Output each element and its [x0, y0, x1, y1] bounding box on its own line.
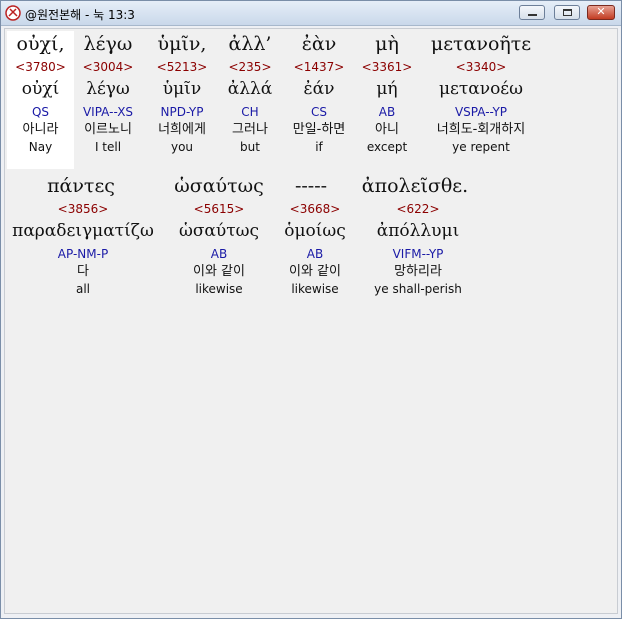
parsing-code: VSPA--YP	[454, 105, 508, 119]
greek-word: μὴ	[375, 33, 399, 55]
strong-number[interactable]: <5213>	[147, 57, 217, 77]
strong-number[interactable]: <3668>	[277, 199, 353, 219]
strong-number[interactable]: <1437>	[283, 57, 355, 77]
parsing-code: NPD-YP	[160, 105, 204, 119]
lemma: ὑμῖν	[162, 79, 202, 99]
app-logo-icon	[5, 5, 21, 21]
word-column[interactable]: λέγω <3004> λέγω VIPA--XS 이르노니 I tell	[72, 31, 144, 155]
korean-gloss: 이와 같이	[289, 264, 341, 279]
maximize-button[interactable]	[554, 5, 580, 20]
lemma: μετανοέω	[439, 79, 523, 99]
english-gloss: if	[315, 140, 323, 154]
korean-gloss: 아니라	[22, 122, 59, 137]
minimize-icon	[528, 14, 537, 16]
korean-gloss: 만일-하면	[292, 122, 346, 137]
english-gloss: likewise	[291, 282, 339, 296]
korean-gloss: 너희도-회개하지	[436, 122, 526, 137]
word-column[interactable]: μὴ <3361> μή AB 아니 except	[357, 31, 417, 155]
korean-gloss: 망하리라	[394, 264, 442, 279]
word-column[interactable]: <3668> ὁμοίως AB 이와 같이 likewise	[277, 199, 353, 297]
korean-gloss: 다	[77, 264, 89, 279]
title-bar[interactable]: @원전본해 - 눅 13:3 ✕	[1, 1, 621, 26]
greek-word[interactable]: -----	[283, 173, 339, 199]
close-icon: ✕	[596, 5, 606, 18]
strong-number[interactable]: <5615>	[169, 199, 269, 219]
word-column[interactable]: ἐὰν <1437> ἐάν CS 만일-하면 if	[283, 31, 355, 155]
strong-number[interactable]: <622>	[365, 199, 471, 219]
greek-word[interactable]: ἀπολεῖσθε.	[355, 173, 475, 199]
lemma: μή	[376, 79, 398, 99]
interlinear-panel[interactable]: οὐχί, <3780> οὐχί QS 아니라 Nay λέγω <3004>…	[4, 28, 618, 614]
parsing-code: AB	[210, 247, 228, 261]
korean-gloss: 너희에게	[158, 122, 206, 137]
korean-gloss: 이와 같이	[193, 264, 245, 279]
parsing-code: CH	[241, 105, 259, 119]
parsing-code: AB	[306, 247, 324, 261]
window-title: @원전본해 - 눅 13:3	[25, 8, 135, 22]
strong-number[interactable]: <3004>	[72, 57, 144, 77]
greek-word: ὑμῖν,	[157, 33, 207, 55]
greek-word: ἐὰν	[301, 33, 337, 55]
app-window: @원전본해 - 눅 13:3 ✕ οὐχί, <3780> οὐχί QS 아니…	[0, 0, 622, 619]
lemma: παραδειγματίζω	[12, 221, 154, 241]
word-column[interactable]: οὐχί, <3780> οὐχί QS 아니라 Nay	[7, 31, 74, 155]
greek-word: λέγω	[83, 33, 133, 55]
greek-word: οὐχί,	[16, 33, 65, 55]
greek-word[interactable]: πάντες	[31, 173, 131, 199]
english-gloss: but	[240, 140, 260, 154]
lemma: λέγω	[86, 79, 130, 99]
strong-number[interactable]: <3856>	[7, 199, 159, 219]
parsing-code: CS	[311, 105, 327, 119]
lemma: οὐχί	[21, 79, 60, 99]
strong-number[interactable]: <3361>	[357, 57, 417, 77]
english-gloss: all	[75, 282, 91, 296]
lemma: ὁμοίως	[284, 221, 346, 241]
word-column[interactable]: ὑμῖν, <5213> ὑμῖν NPD-YP 너희에게 you	[147, 31, 217, 155]
parsing-code: AB	[378, 105, 396, 119]
lemma: ὡσαύτως	[178, 221, 260, 241]
greek-word: μετανοῆτε	[430, 33, 532, 55]
lemma: ἐάν	[303, 79, 335, 99]
strong-number[interactable]: <3340>	[419, 57, 543, 77]
parsing-code: QS	[31, 105, 50, 119]
english-gloss: I tell	[94, 140, 122, 154]
word-column[interactable]: <5615> ὡσαύτως AB 이와 같이 likewise	[169, 199, 269, 297]
word-column[interactable]: <3856> παραδειγματίζω AP-NM-P 다 all	[7, 199, 159, 297]
word-column[interactable]: ἀλλ’ <235> ἀλλά CH 그러나 but	[219, 31, 281, 155]
parsing-code: VIPA--XS	[82, 105, 134, 119]
korean-gloss: 그러나	[232, 122, 268, 137]
english-gloss: likewise	[195, 282, 243, 296]
greek-word[interactable]: ὡσαύτως	[165, 173, 273, 199]
english-gloss: ye shall-perish	[374, 282, 462, 296]
strong-number[interactable]: <3780>	[7, 57, 74, 77]
lemma: ἀλλά	[227, 79, 273, 99]
korean-gloss: 이르노니	[84, 122, 132, 137]
lemma: ἀπόλλυμι	[376, 221, 460, 241]
english-gloss: you	[170, 140, 194, 154]
minimize-button[interactable]	[519, 5, 545, 20]
english-gloss: Nay	[28, 140, 53, 154]
strong-number[interactable]: <235>	[219, 57, 281, 77]
parsing-code: AP-NM-P	[57, 247, 109, 261]
word-column[interactable]: μετανοῆτε <3340> μετανοέω VSPA--YP 너희도-회…	[419, 31, 543, 155]
parsing-code: VIFM--YP	[392, 247, 444, 261]
maximize-icon	[563, 9, 572, 16]
close-button[interactable]: ✕	[587, 5, 615, 20]
english-gloss: except	[366, 140, 408, 154]
word-column[interactable]: <622> ἀπόλλυμι VIFM--YP 망하리라 ye shall-pe…	[365, 199, 471, 297]
greek-word: ἀλλ’	[228, 33, 272, 55]
english-gloss: ye repent	[452, 140, 510, 154]
korean-gloss: 아니	[375, 122, 399, 137]
